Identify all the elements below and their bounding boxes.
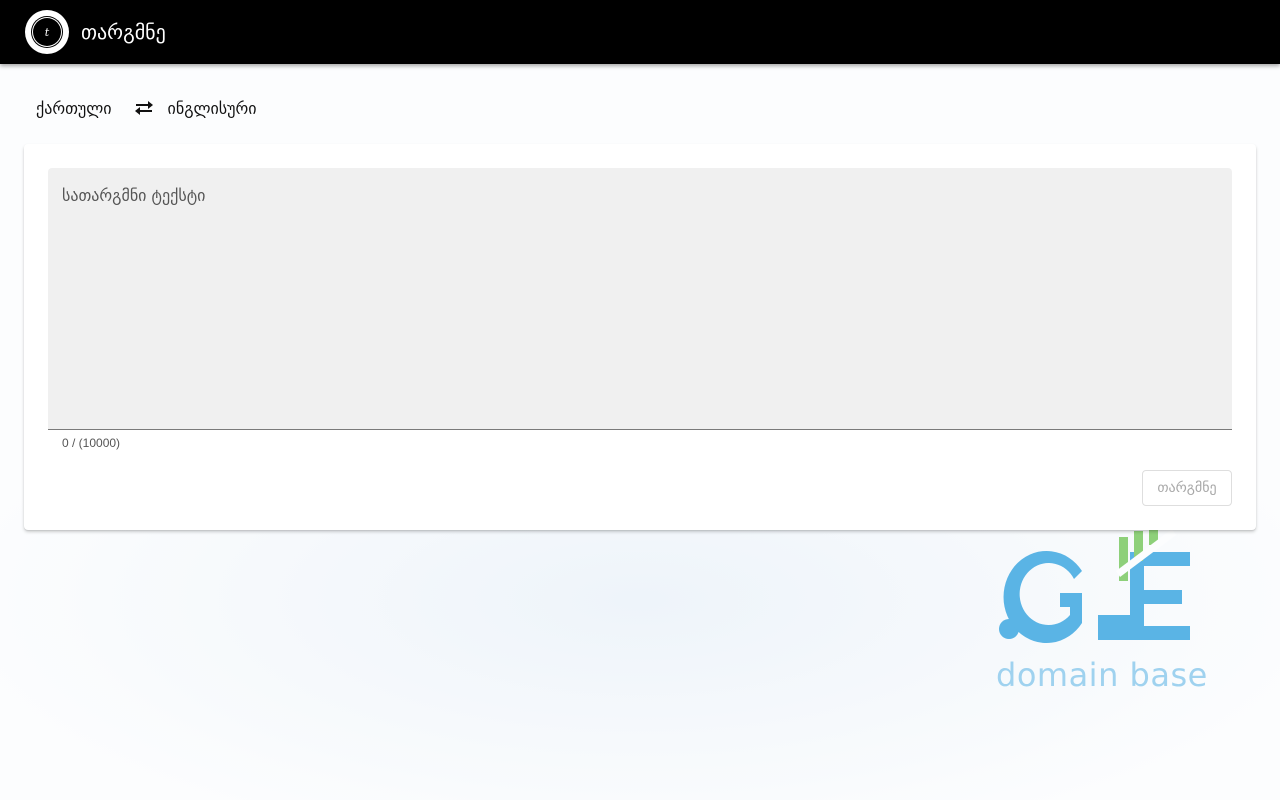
source-text-input[interactable] [60, 184, 1224, 424]
logo-badge-icon: t [35, 20, 59, 44]
language-bar: ქართული ინგლისური [36, 95, 257, 121]
translate-button[interactable]: თარგმნე [1142, 470, 1232, 506]
translate-card: 0 / (10000) თარგმნე [24, 144, 1256, 530]
app-logo[interactable]: t [25, 10, 69, 54]
source-text-field [48, 168, 1232, 430]
source-language-button[interactable]: ქართული [36, 99, 112, 118]
page: t თარგმნე ქართული ინგლისური 0 / (10000) … [0, 0, 1280, 800]
target-language-button[interactable]: ინგლისური [168, 99, 257, 118]
app-title: თარგმნე [81, 20, 166, 44]
swap-languages-icon[interactable] [134, 98, 154, 118]
app-bar: t თარგმნე [0, 0, 1280, 64]
logo-e-icon [1098, 552, 1190, 640]
brand-tagline: domain base [996, 656, 1208, 694]
character-counter: 0 / (10000) [62, 436, 121, 450]
